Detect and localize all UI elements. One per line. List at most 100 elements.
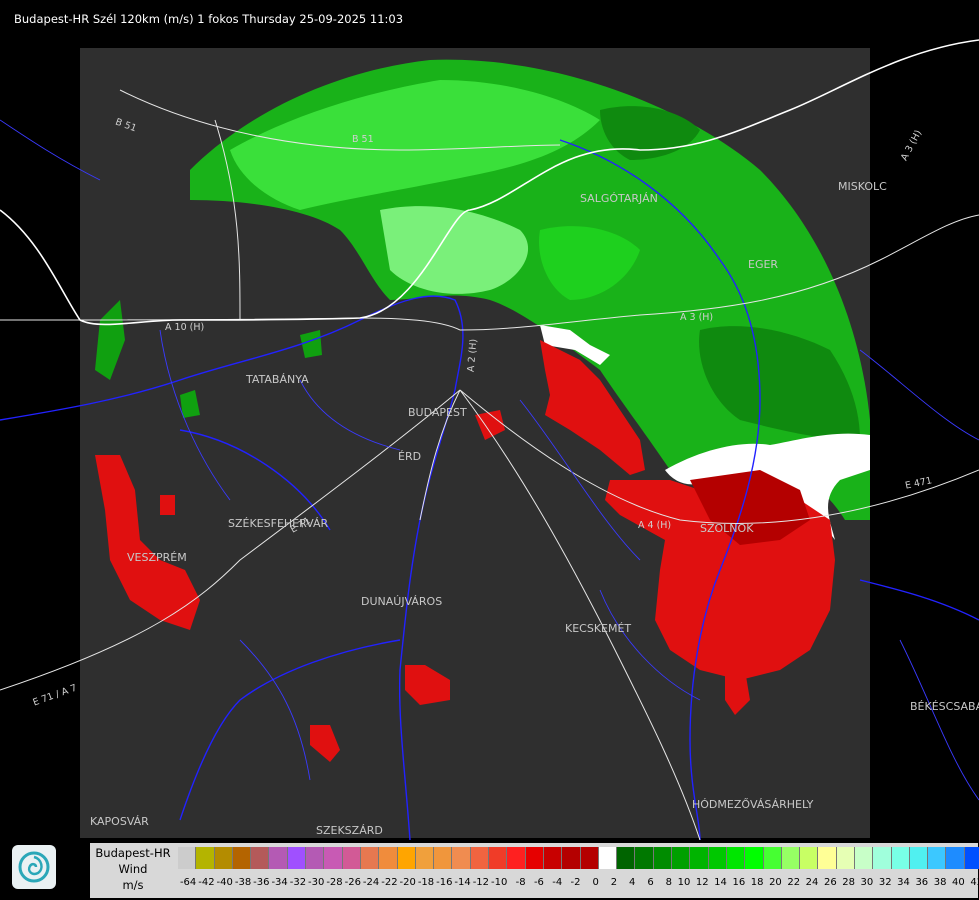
legend-tick-label: 12 bbox=[695, 877, 709, 888]
city-label-veszprem: VESZPRÉM bbox=[127, 551, 187, 564]
legend-swatch bbox=[306, 847, 325, 869]
legend-swatch bbox=[415, 847, 435, 869]
color-legend: Budapest-HR Wind m/s -64 -42 -40 -38 -36 -34-… bbox=[90, 843, 979, 898]
city-label-erd: ÉRD bbox=[398, 450, 422, 463]
legend-swatches bbox=[178, 847, 979, 869]
legend-swatch bbox=[543, 847, 563, 869]
legend-swatch bbox=[891, 847, 910, 869]
legend-swatch bbox=[342, 847, 361, 869]
legend-tick-label: 38 bbox=[933, 877, 947, 888]
legend-swatch bbox=[708, 847, 727, 869]
legend-swatch bbox=[964, 847, 979, 869]
legend-tick-label: -26 bbox=[344, 877, 361, 888]
legend-tick-label: -28 bbox=[326, 877, 343, 888]
legend-swatch bbox=[745, 847, 764, 869]
legend-tick-label: -4 bbox=[552, 877, 563, 888]
city-label-kaposvar: KAPOSVÁR bbox=[90, 815, 149, 828]
legend-title-unit: m/s bbox=[122, 878, 144, 892]
legend-tick-label: -20 bbox=[399, 877, 416, 888]
legend-tick-label: -12 bbox=[472, 877, 490, 888]
legend-tick-label: -34 bbox=[271, 877, 288, 888]
city-label-szekesfehervar: SZÉKESFEHÉRVÁR bbox=[228, 517, 329, 530]
legend-tick-label: -42 bbox=[198, 877, 215, 888]
legend-swatch bbox=[452, 847, 471, 869]
legend-swatch bbox=[196, 847, 215, 869]
legend-tick-label: 32 bbox=[878, 877, 892, 888]
legend-tick-label: 8 bbox=[665, 877, 673, 888]
map-overlay bbox=[0, 39, 979, 840]
legend-tick-label: -38 bbox=[234, 877, 252, 888]
legend-tick-label: 10 bbox=[677, 877, 691, 888]
legend-swatch bbox=[489, 847, 508, 869]
legend-tick-label: 20 bbox=[769, 877, 782, 888]
legend-swatch bbox=[726, 847, 746, 869]
road-label-a10h: A 10 (H) bbox=[165, 322, 205, 333]
legend-swatch bbox=[232, 847, 252, 869]
legend-swatch bbox=[507, 847, 526, 869]
legend-swatch bbox=[598, 847, 618, 869]
legend-swatch bbox=[287, 847, 307, 869]
legend-tick-label: 34 bbox=[897, 877, 910, 888]
legend-swatch bbox=[269, 847, 288, 869]
legend-tick-label: -24 bbox=[362, 877, 380, 888]
road-label-b51b: B 51 bbox=[352, 134, 374, 145]
legend-tick-label: -40 bbox=[216, 877, 233, 888]
legend-swatch bbox=[763, 847, 782, 869]
city-label-hodmezovasarhely: HÓDMEZŐVÁSÁRHELY bbox=[692, 798, 814, 811]
legend-tick-label: 2 bbox=[610, 877, 618, 888]
legend-swatch bbox=[854, 847, 874, 869]
city-label-dunaujvaros: DUNAÚJVÁROS bbox=[361, 595, 443, 608]
legend-swatch bbox=[873, 847, 892, 869]
legend-tick-label: -64 bbox=[179, 877, 197, 888]
legend-swatch bbox=[434, 847, 453, 869]
road-label-a4h: A 4 (H) bbox=[638, 520, 672, 531]
legend-tick-label: 18 bbox=[750, 877, 764, 888]
legend-title: Budapest-HR Wind m/s bbox=[90, 845, 176, 893]
city-label-kecskemet: KECSKEMÉT bbox=[565, 622, 632, 635]
legend-tick-label: -18 bbox=[417, 877, 435, 888]
legend-tick-label: -32 bbox=[289, 877, 307, 888]
legend-tick-label: 6 bbox=[647, 877, 654, 888]
city-label-miskolc: MISKOLC bbox=[838, 180, 887, 193]
legend-swatch bbox=[379, 847, 398, 869]
city-label-eger: EGER bbox=[748, 258, 779, 271]
legend-tick-label: -14 bbox=[454, 877, 471, 888]
city-label-szolnok: SZOLNOK bbox=[700, 522, 754, 535]
legend-tick-label: -2 bbox=[570, 877, 581, 888]
legend-tick-label: 16 bbox=[732, 877, 746, 888]
legend-swatch bbox=[781, 847, 801, 869]
legend-tick-label: 4 bbox=[629, 877, 636, 888]
legend-swatch bbox=[836, 847, 855, 869]
legend-tick-label: 30 bbox=[860, 877, 874, 888]
legend-tick-label: 40 bbox=[952, 877, 965, 888]
legend-swatch bbox=[214, 847, 233, 869]
city-label-budapest: BUDAPEST bbox=[408, 406, 467, 419]
legend-swatch bbox=[580, 847, 599, 869]
legend-tick-label: -8 bbox=[515, 877, 526, 888]
page-title: Budapest-HR Szél 120km (m/s) 1 fokos Thu… bbox=[14, 12, 404, 26]
legend-tick-label: -36 bbox=[253, 877, 270, 888]
legend-swatch bbox=[928, 847, 947, 869]
legend-swatch bbox=[690, 847, 709, 869]
legend-swatch bbox=[470, 847, 490, 869]
city-label-salgotarjan: SALGÓTARJÁN bbox=[580, 192, 658, 205]
city-label-tatabanya: TATABÁNYA bbox=[246, 373, 309, 386]
legend-swatch bbox=[251, 847, 270, 869]
legend-tick-label: 14 bbox=[714, 877, 727, 888]
city-label-bekescsaba: BÉKÉSCSABA bbox=[910, 700, 979, 713]
swirl-logo-icon bbox=[18, 851, 50, 883]
legend-tick-label: 42 bbox=[970, 877, 979, 888]
legend-swatch bbox=[360, 847, 380, 869]
legend-swatch bbox=[635, 847, 654, 869]
legend-title-radar: Budapest-HR bbox=[95, 846, 171, 860]
legend-tick-label: 0 bbox=[592, 877, 599, 888]
legend-tick-label: -30 bbox=[308, 877, 325, 888]
legend-swatch bbox=[800, 847, 819, 869]
legend-tick-label: -6 bbox=[533, 877, 544, 888]
legend-swatch bbox=[397, 847, 416, 869]
legend-tick-label: 24 bbox=[805, 877, 819, 888]
legend-swatch bbox=[946, 847, 965, 869]
legend-tick-label: -22 bbox=[381, 877, 398, 888]
legend-swatch bbox=[653, 847, 673, 869]
met-service-logo bbox=[12, 845, 56, 889]
